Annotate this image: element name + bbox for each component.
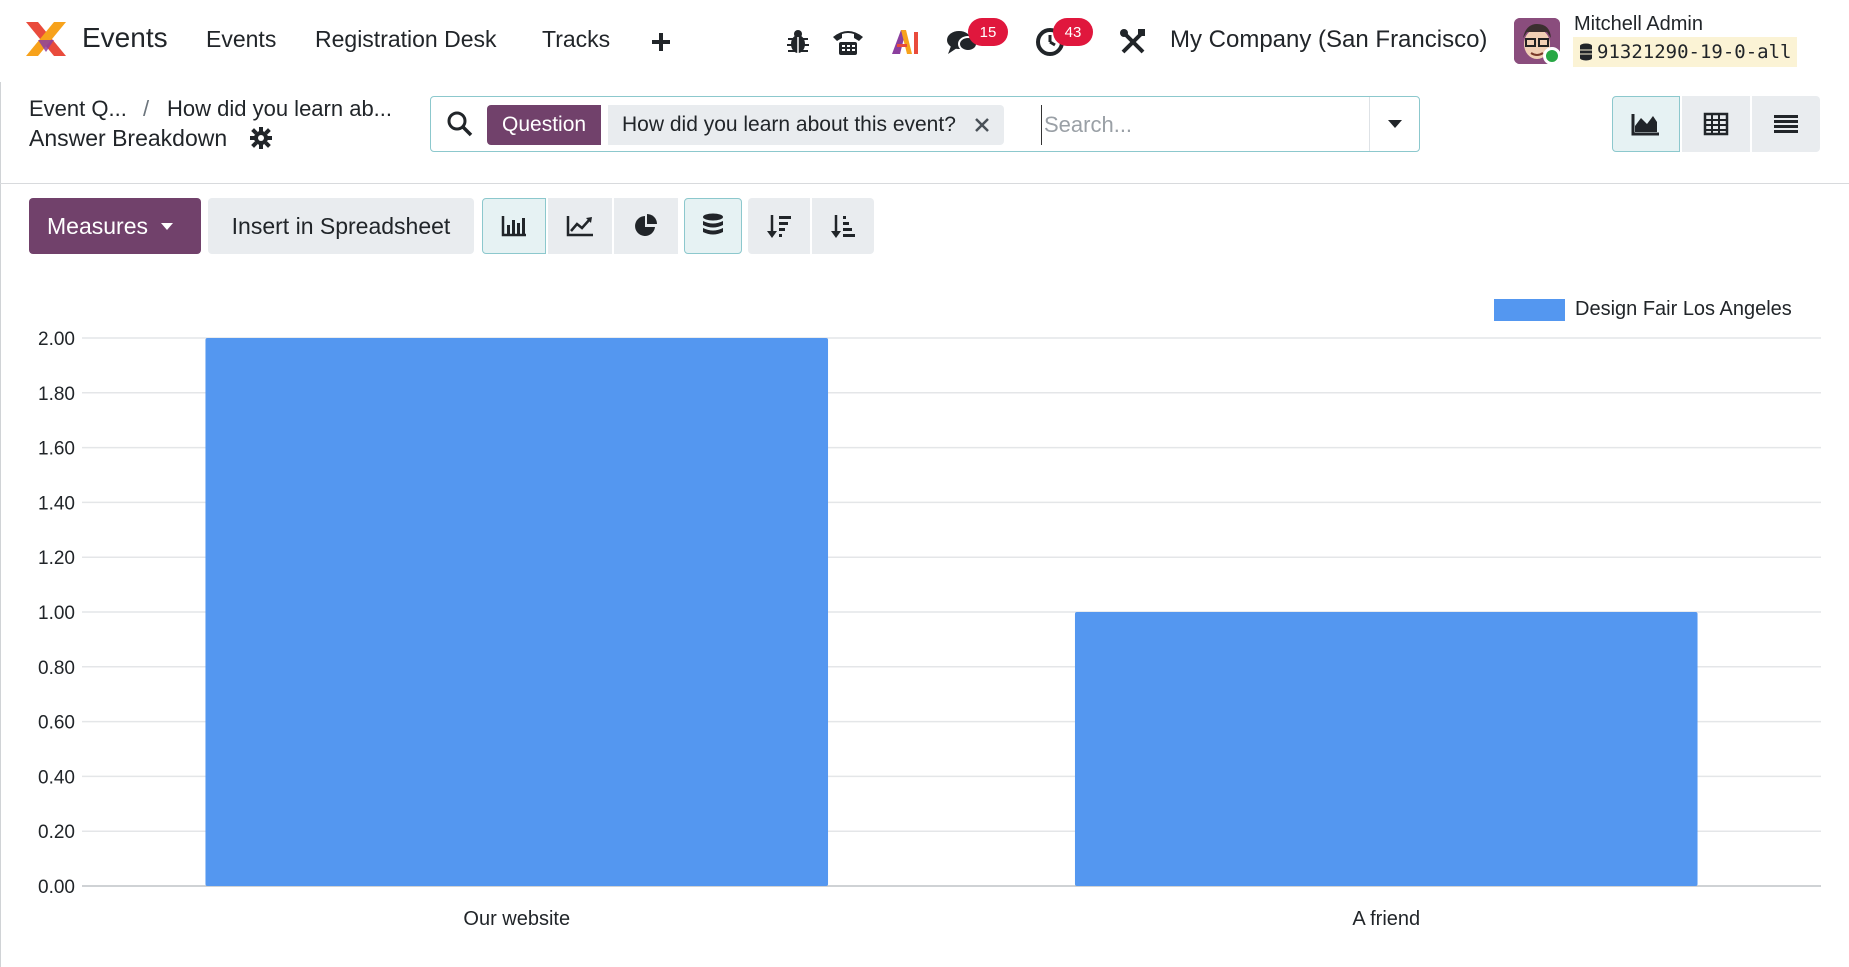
stack-icon (703, 213, 723, 235)
search-input[interactable] (1041, 105, 1371, 145)
pie-chart-button[interactable] (614, 198, 678, 254)
database-chip: 91321290-19-0-all (1573, 37, 1798, 67)
search-options-toggle[interactable] (1369, 97, 1419, 151)
sort-ascending-button[interactable] (812, 198, 874, 254)
menu-tracks[interactable]: Tracks (542, 26, 610, 53)
menu-events[interactable]: Events (206, 26, 276, 53)
search-facet-label: Question (487, 105, 602, 145)
sort-descending-icon (767, 215, 791, 238)
bar-our-website[interactable] (205, 338, 829, 886)
pivot-view-button[interactable] (1682, 96, 1750, 152)
y-tick-label: 0.20 (38, 822, 75, 843)
events-app-icon (26, 22, 66, 56)
bar-chart-icon (501, 216, 526, 237)
y-tick-label: 0.80 (38, 658, 75, 679)
messages-badge: 15 (968, 18, 1008, 46)
plus-icon[interactable] (643, 24, 679, 60)
app-name: Events (82, 22, 168, 53)
online-status-dot (1543, 47, 1561, 65)
page-title: Answer Breakdown (29, 125, 228, 151)
x-tick-label: A friend (1352, 908, 1420, 930)
top-navbar: Events Events Registration Desk Tracks 1… (0, 0, 1849, 82)
user-name[interactable]: Mitchell Admin (1574, 13, 1703, 36)
y-tick-label: 0.40 (38, 767, 75, 788)
ai-icon[interactable] (888, 24, 924, 60)
breadcrumb-current[interactable]: How did you learn ab... (167, 96, 392, 122)
database-icon (1580, 43, 1592, 61)
breadcrumb-parent[interactable]: Event Q... (29, 96, 127, 122)
bug-icon[interactable] (780, 24, 816, 60)
breadcrumb-separator: / (143, 96, 150, 121)
database-name: 91321290-19-0-all (1597, 41, 1792, 63)
sort-descending-button[interactable] (748, 198, 810, 254)
y-tick-label: 1.00 (38, 603, 75, 624)
line-chart-button[interactable] (548, 198, 612, 254)
search-facet-value: How did you learn about this event? (608, 105, 1004, 145)
list-icon (1774, 115, 1798, 133)
measures-label: Measures (47, 212, 148, 239)
search-bar: Question How did you learn about this ev… (430, 96, 1420, 152)
area-chart-icon (1631, 114, 1659, 136)
search-facet-text: How did you learn about this event? (622, 113, 956, 136)
bar-chart-button[interactable] (482, 198, 546, 254)
company-switcher[interactable]: My Company (San Francisco) (1170, 26, 1487, 54)
caret-down-icon (160, 222, 173, 230)
x-tick-label: Our website (463, 908, 570, 930)
app-brand[interactable]: Events (22, 18, 168, 58)
insert-in-spreadsheet-button[interactable]: Insert in Spreadsheet (208, 198, 474, 254)
line-chart-icon (566, 216, 593, 237)
pie-chart-icon (635, 214, 657, 236)
y-tick-label: 1.80 (38, 384, 75, 405)
y-tick-label: 2.00 (38, 329, 75, 350)
bar-chart: 0.00 0.20 0.40 0.60 0.80 1.00 1.20 1.40 1.60 1.80… (38, 329, 1821, 930)
close-icon[interactable] (974, 117, 990, 133)
y-tick-label: 1.20 (38, 548, 75, 569)
y-tick-label: 1.40 (38, 493, 75, 514)
stacked-button[interactable] (684, 198, 742, 254)
menu-registration-desk[interactable]: Registration Desk (315, 26, 497, 53)
phone-icon[interactable] (830, 24, 866, 60)
sort-ascending-icon (831, 215, 855, 238)
activities-badge: 43 (1053, 18, 1093, 46)
panel-divider (0, 183, 1849, 184)
y-tick-label: 0.00 (38, 877, 75, 898)
search-icon[interactable] (447, 111, 473, 142)
graph-view-button[interactable] (1612, 96, 1680, 152)
y-tick-label: 1.60 (38, 439, 75, 460)
measures-button[interactable]: Measures (29, 198, 201, 254)
bar-a-friend[interactable] (1074, 612, 1698, 886)
tools-icon[interactable] (1115, 24, 1151, 60)
list-view-button[interactable] (1752, 96, 1820, 152)
table-icon (1703, 112, 1729, 136)
gear-icon[interactable] (250, 127, 272, 154)
y-tick-label: 0.60 (38, 713, 75, 734)
caret-down-icon (1387, 120, 1402, 128)
